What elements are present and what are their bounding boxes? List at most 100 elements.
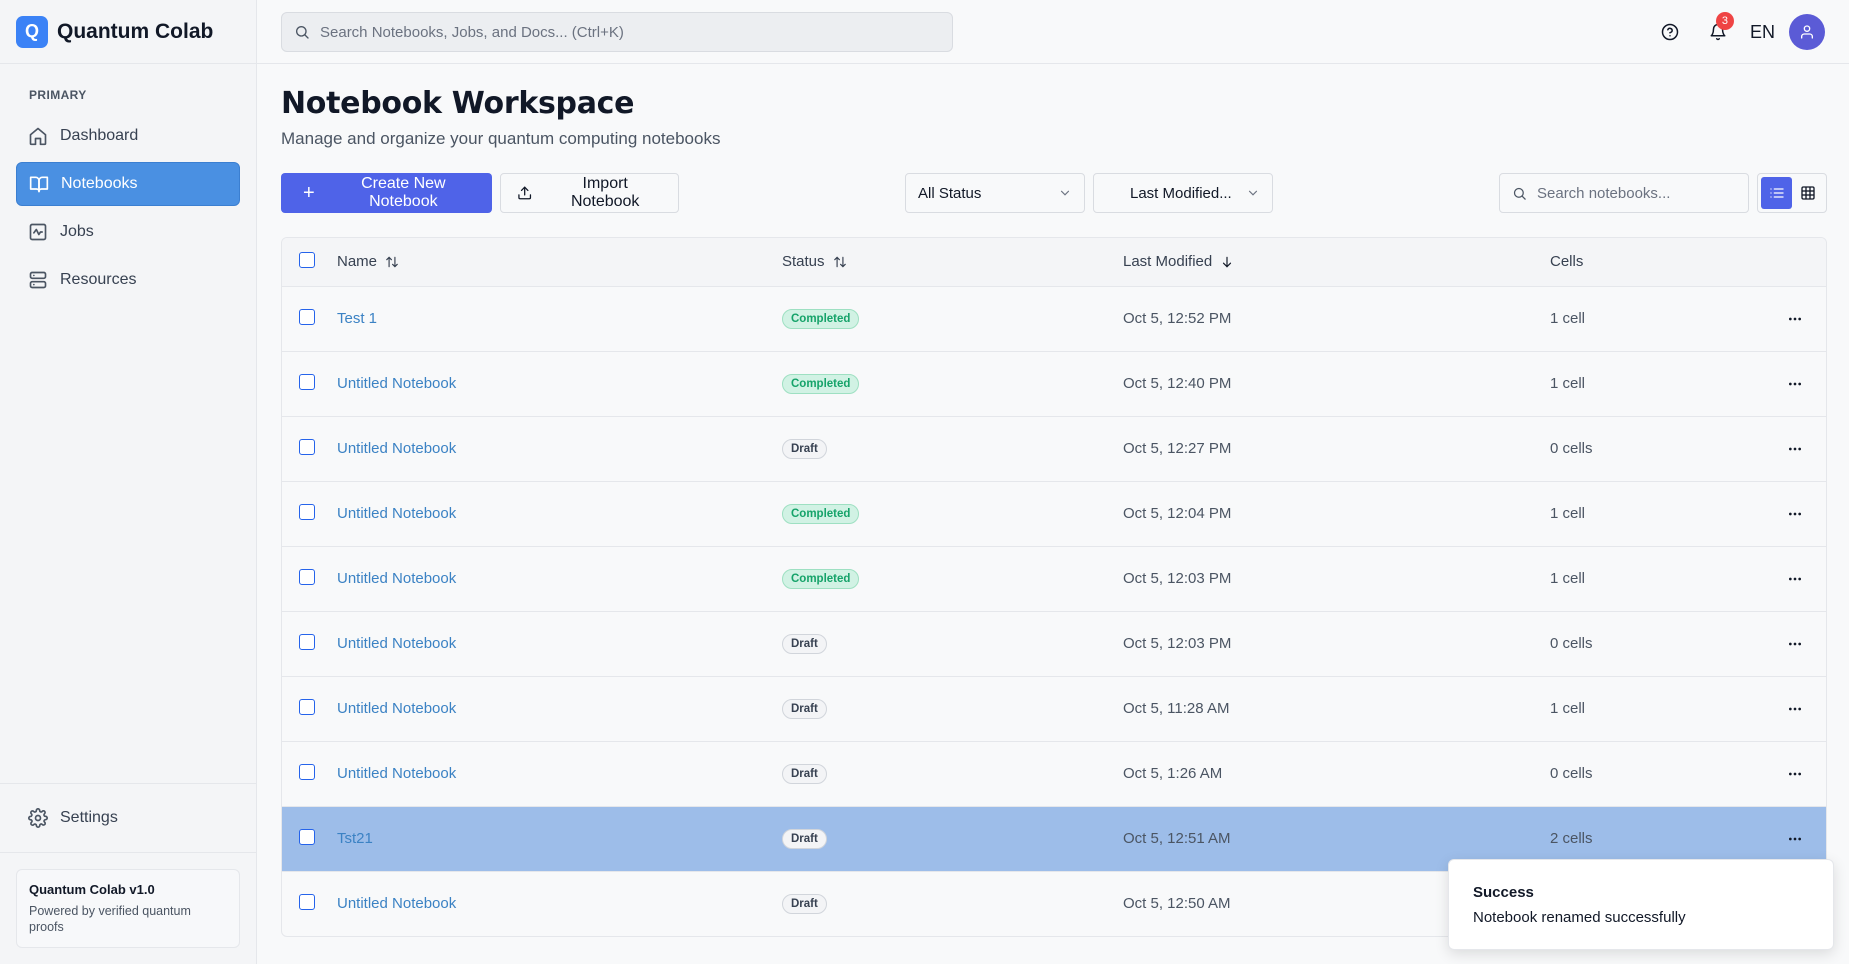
cell-count-value: 1 cell <box>1550 700 1586 717</box>
column-header-name[interactable]: Name <box>337 238 782 287</box>
help-circle-icon <box>1661 23 1679 41</box>
sort-arrows-icon <box>833 256 846 268</box>
home-icon <box>29 127 47 146</box>
notebook-search-input[interactable] <box>1537 184 1736 202</box>
activity-icon <box>29 223 47 241</box>
table-row[interactable]: Untitled Notebook Draft Oct 5, 12:27 PM … <box>282 416 1826 482</box>
row-checkbox[interactable] <box>299 698 315 715</box>
row-actions-button[interactable] <box>1780 759 1810 789</box>
sidebar-nav: Dashboard Notebooks Jobs Resources <box>0 114 256 306</box>
notebook-name-link[interactable]: Tst21 <box>337 830 373 847</box>
global-search-input[interactable] <box>320 23 940 41</box>
row-actions-button[interactable] <box>1780 564 1810 594</box>
user-avatar[interactable] <box>1789 14 1825 50</box>
last-modified-value: Oct 5, 12:50 AM <box>1123 895 1231 913</box>
version-section: Quantum Colab v1.0 Powered by verified q… <box>0 852 256 964</box>
page-title: Notebook Workspace <box>281 86 635 121</box>
table-header-row: Name Status Last Modified Cells <box>282 238 1826 287</box>
row-actions-button[interactable] <box>1780 369 1810 399</box>
nav-section-label: PRIMARY <box>29 88 87 102</box>
row-checkbox[interactable] <box>299 893 315 910</box>
notebook-name-link[interactable]: Untitled Notebook <box>337 635 456 652</box>
notebook-name-link[interactable]: Untitled Notebook <box>337 765 456 782</box>
table-row[interactable]: Untitled Notebook Draft Oct 5, 12:03 PM … <box>282 611 1826 677</box>
cell-count-value: 1 cell <box>1550 375 1586 392</box>
notebook-name-link[interactable]: Untitled Notebook <box>337 375 456 392</box>
row-actions-button[interactable] <box>1780 694 1810 724</box>
language-switcher[interactable]: EN <box>1750 22 1775 43</box>
table-row[interactable]: Untitled Notebook Completed Oct 5, 12:04… <box>282 481 1826 547</box>
sidebar-item-label: Settings <box>60 809 118 826</box>
brand[interactable]: Q Quantum Colab <box>0 0 256 64</box>
more-horizontal-icon <box>1789 577 1801 580</box>
notifications-button[interactable]: 3 <box>1698 12 1738 52</box>
notebook-toolbar: + Create New Notebook Import Notebook Al… <box>281 173 1827 213</box>
sort-arrows-icon <box>386 256 398 268</box>
row-checkbox[interactable] <box>299 633 315 650</box>
last-modified-value: Oct 5, 12:40 PM <box>1123 375 1232 392</box>
table-row[interactable]: Untitled Notebook Completed Oct 5, 12:03… <box>282 546 1826 612</box>
notebook-name-link[interactable]: Untitled Notebook <box>337 440 456 457</box>
success-toast[interactable]: Success Notebook renamed successfully <box>1448 859 1834 950</box>
more-horizontal-icon <box>1789 772 1801 775</box>
notebook-name-link[interactable]: Untitled Notebook <box>337 700 456 717</box>
row-checkbox[interactable] <box>299 828 315 845</box>
row-checkbox[interactable] <box>299 373 315 390</box>
import-notebook-button[interactable]: Import Notebook <box>500 173 679 213</box>
search-icon <box>296 26 309 39</box>
row-checkbox[interactable] <box>299 503 315 520</box>
more-horizontal-icon <box>1789 837 1801 840</box>
table-row[interactable]: Untitled Notebook Completed Oct 5, 12:40… <box>282 351 1826 417</box>
create-notebook-label: Create New Notebook <box>361 175 446 210</box>
search-icon <box>1513 187 1526 200</box>
user-icon <box>1801 25 1813 39</box>
topbar-actions: 3 EN <box>1642 12 1825 52</box>
table-row[interactable]: Untitled Notebook Draft Oct 5, 1:26 AM 0… <box>282 741 1826 807</box>
select-all-checkbox[interactable] <box>299 251 315 268</box>
row-actions-button[interactable] <box>1780 499 1810 529</box>
grid-icon <box>1800 186 1815 200</box>
table-row[interactable]: Test 1 Completed Oct 5, 12:52 PM 1 cell <box>282 286 1826 352</box>
column-header-status[interactable]: Status <box>782 238 1123 287</box>
row-actions-button[interactable] <box>1780 434 1810 464</box>
sidebar-item-resources[interactable]: Resources <box>16 258 240 302</box>
global-search[interactable] <box>281 12 953 52</box>
more-horizontal-icon <box>1789 642 1801 645</box>
cell-count-value: 0 cells <box>1550 765 1593 782</box>
toast-title: Success <box>1473 884 1534 901</box>
notebook-search[interactable] <box>1499 173 1749 213</box>
row-actions-button[interactable] <box>1780 304 1810 334</box>
notebook-name-link[interactable]: Untitled Notebook <box>337 570 456 587</box>
row-checkbox[interactable] <box>299 308 315 325</box>
notebook-name-link[interactable]: Test 1 <box>337 310 377 327</box>
row-actions-button[interactable] <box>1780 629 1810 659</box>
list-view-button[interactable] <box>1761 177 1792 209</box>
sidebar-item-jobs[interactable]: Jobs <box>16 210 240 254</box>
create-notebook-button[interactable]: + Create New Notebook <box>281 173 492 213</box>
gear-icon <box>28 808 48 828</box>
last-modified-value: Oct 5, 12:03 PM <box>1123 635 1232 652</box>
sidebar-item-settings[interactable]: Settings <box>16 796 240 840</box>
table-row[interactable]: Untitled Notebook Draft Oct 5, 11:28 AM … <box>282 676 1826 742</box>
version-subtitle: Powered by verified quantum proofs <box>29 904 191 934</box>
sort-select[interactable]: Last Modified... <box>1093 173 1273 213</box>
status-badge: Draft <box>782 633 827 654</box>
sidebar-item-notebooks[interactable]: Notebooks <box>16 162 240 206</box>
row-checkbox[interactable] <box>299 438 315 455</box>
help-button[interactable] <box>1650 12 1690 52</box>
row-checkbox[interactable] <box>299 568 315 585</box>
grid-view-button[interactable] <box>1792 177 1823 209</box>
plus-icon: + <box>303 181 315 204</box>
row-checkbox[interactable] <box>299 763 315 780</box>
cell-count-value: 1 cell <box>1550 505 1586 522</box>
toast-message: Notebook renamed successfully <box>1473 909 1686 926</box>
column-header-cells: Cells <box>1550 238 1730 287</box>
notebook-name-link[interactable]: Untitled Notebook <box>337 505 456 522</box>
last-modified-value: Oct 5, 1:26 AM <box>1123 765 1223 782</box>
column-header-last-modified[interactable]: Last Modified <box>1123 238 1550 287</box>
sidebar-item-dashboard[interactable]: Dashboard <box>16 114 240 158</box>
status-filter-select[interactable]: All Status <box>905 173 1085 213</box>
row-actions-button[interactable] <box>1780 824 1810 854</box>
notebooks-table: Name Status Last Modified Cells Test 1 C… <box>281 237 1827 937</box>
notebook-name-link[interactable]: Untitled Notebook <box>337 895 456 912</box>
